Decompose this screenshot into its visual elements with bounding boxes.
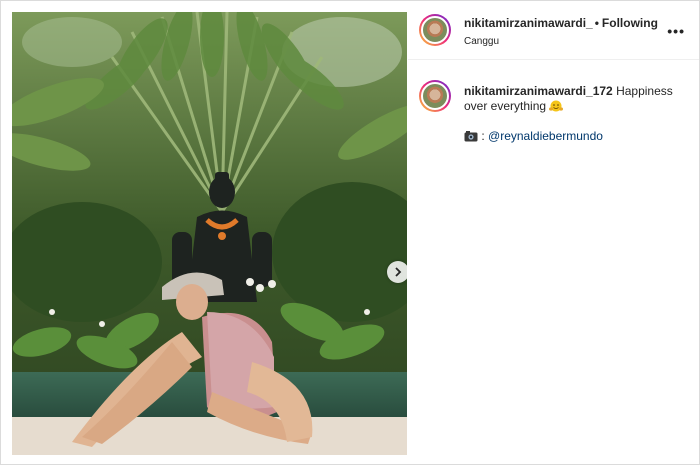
avatar-image xyxy=(421,82,449,110)
mention-link[interactable]: @reynaldiebermundo xyxy=(488,129,603,143)
post-sidebar: nikitamirzanimawardi_ • Following Canggu •… xyxy=(408,1,699,464)
camera-emoji xyxy=(464,131,478,142)
separator-dot: • xyxy=(594,16,599,30)
caption-username-link[interactable]: nikitamirzanimawardi_172 xyxy=(464,84,613,98)
post-photo-image xyxy=(12,12,407,455)
avatar[interactable] xyxy=(419,14,451,46)
next-photo-button[interactable] xyxy=(387,261,407,283)
post-header-text: nikitamirzanimawardi_ • Following xyxy=(464,16,658,30)
username-link[interactable]: nikitamirzanimawardi_ xyxy=(464,16,593,30)
following-button[interactable]: Following xyxy=(602,16,658,30)
photo-credit: : @reynaldiebermundo xyxy=(464,129,603,143)
more-options-icon[interactable]: ••• xyxy=(667,23,685,39)
credit-separator: : xyxy=(481,129,485,143)
avatar-image xyxy=(421,16,449,44)
caption: nikitamirzanimawardi_172 Happiness over … xyxy=(464,84,684,114)
caption-avatar[interactable] xyxy=(419,80,451,112)
location-link[interactable]: Canggu xyxy=(464,36,499,47)
post-header: nikitamirzanimawardi_ • Following Canggu •… xyxy=(408,1,699,60)
instagram-post-frame: nikitamirzanimawardi_ • Following Canggu •… xyxy=(0,0,700,465)
post-photo[interactable] xyxy=(12,12,407,455)
smiling-face-hands-emoji xyxy=(549,100,564,112)
chevron-right-icon xyxy=(395,267,402,277)
